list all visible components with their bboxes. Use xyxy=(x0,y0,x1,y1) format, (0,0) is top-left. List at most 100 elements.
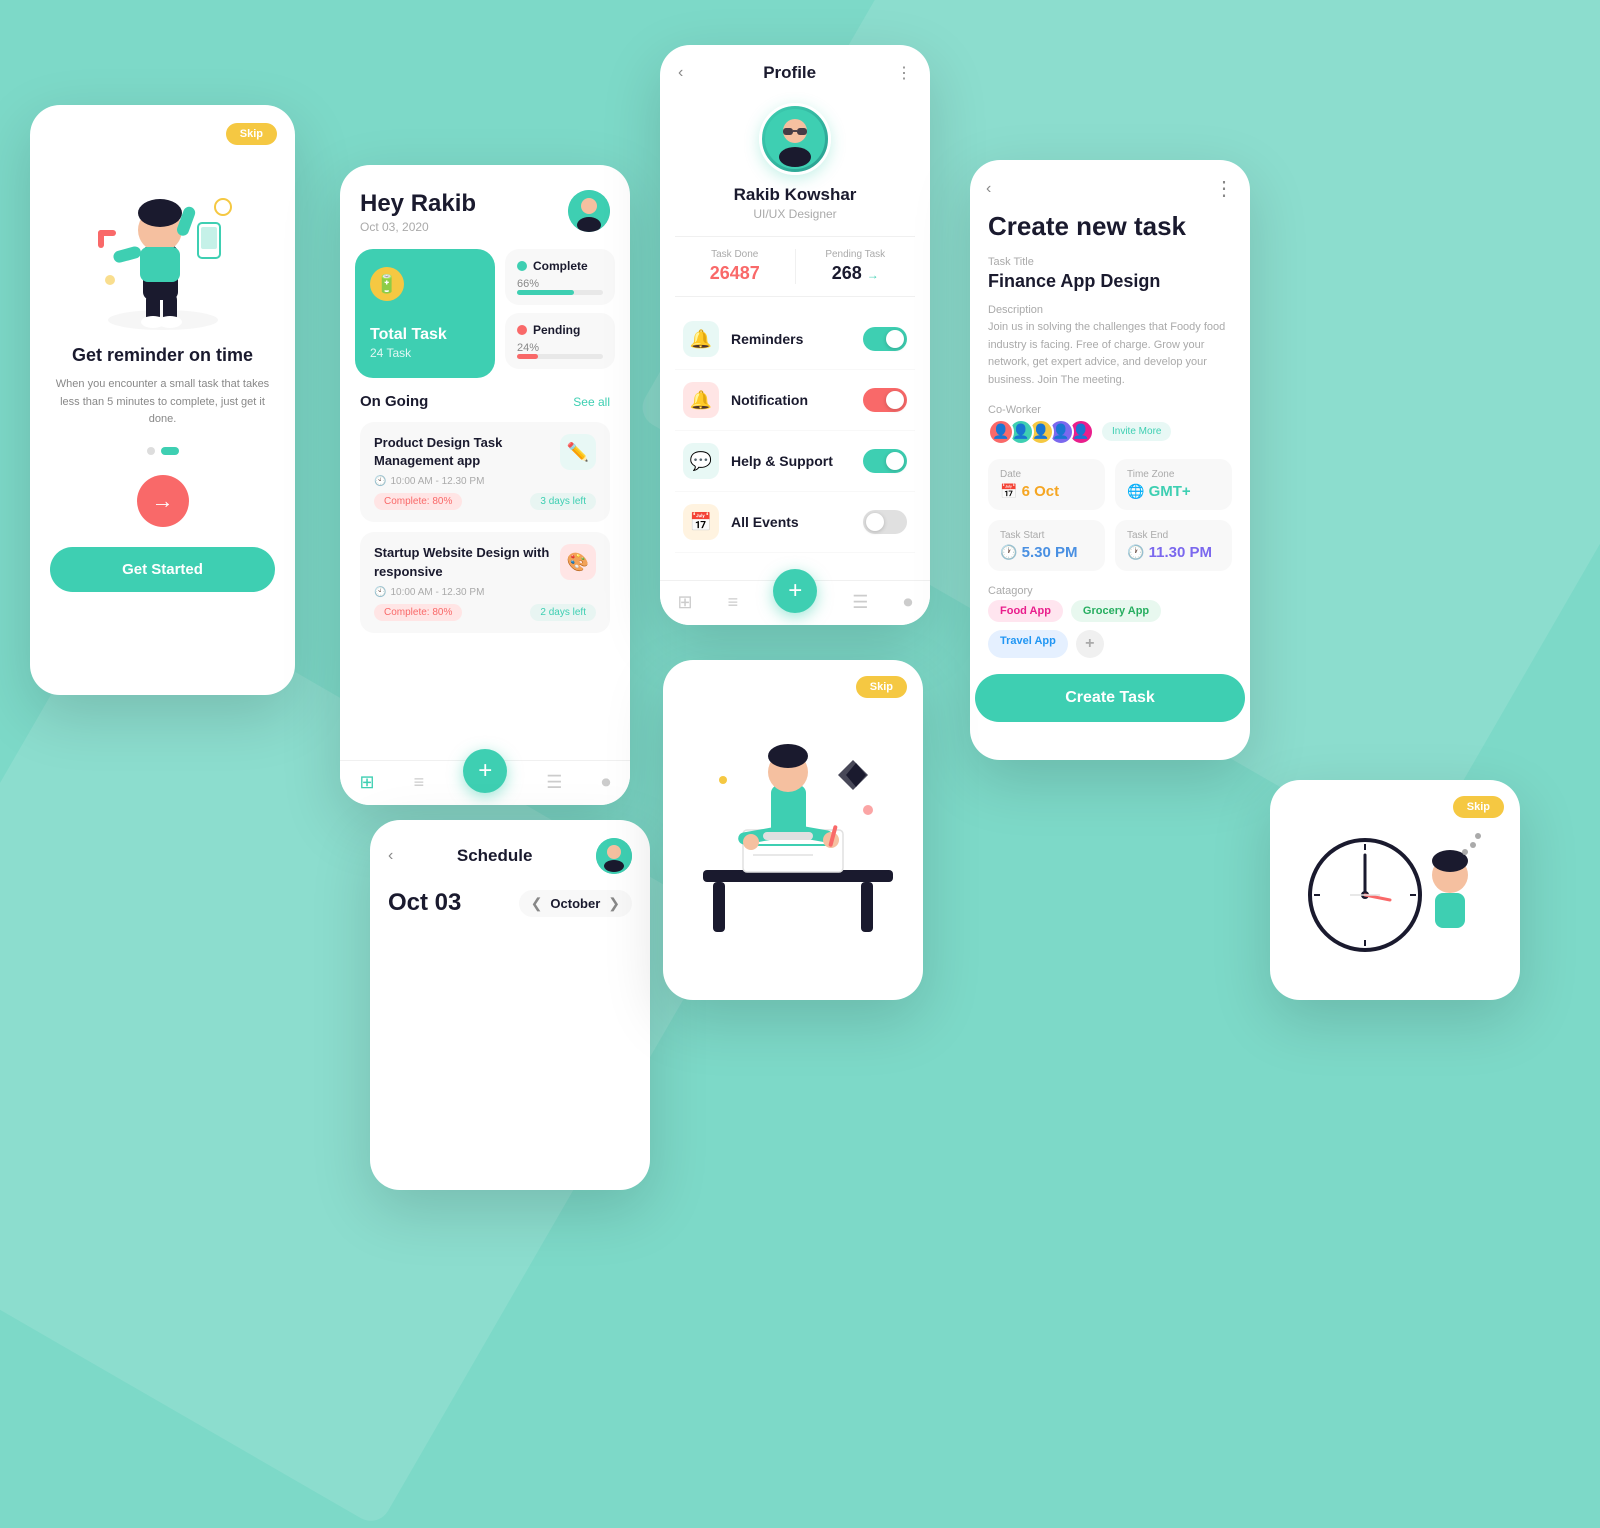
progress-dots xyxy=(30,447,295,455)
profile-avatar-svg xyxy=(765,109,825,169)
notification-icon: 🔔 xyxy=(683,382,719,418)
profile-header: ‹ Profile ⋮ xyxy=(660,45,930,93)
ongoing-header: On Going See all xyxy=(360,393,610,410)
category-add-button[interactable]: + xyxy=(1076,630,1104,658)
create-task-button[interactable]: Create Task xyxy=(975,674,1245,722)
task-1-complete-badge: Complete: 80% xyxy=(374,604,462,621)
category-food-app[interactable]: Food App xyxy=(988,600,1063,622)
help-toggle[interactable] xyxy=(863,449,907,473)
category-grocery-app[interactable]: Grocery App xyxy=(1071,600,1161,622)
date-text: Oct 03, 2020 xyxy=(360,220,476,234)
nav-calendar-icon[interactable]: ☰ xyxy=(546,772,562,793)
task-title-field-label: Task Title xyxy=(988,256,1232,268)
profile-avatar xyxy=(759,103,831,175)
create-back-button[interactable]: ‹ xyxy=(986,180,991,198)
pending-dot xyxy=(517,325,527,335)
create-task-content: Create new task Task Title Finance App D… xyxy=(970,206,1250,658)
pending-label: Pending xyxy=(533,323,580,337)
notification-label: Notification xyxy=(731,392,863,408)
profile-nav-list[interactable]: ≡ xyxy=(728,592,739,613)
dashboard-bottom-nav: ⊞ ≡ + ☰ ⏺ xyxy=(340,760,630,805)
ongoing-title: On Going xyxy=(360,393,428,410)
profile-nav-home[interactable]: ⊞ xyxy=(678,592,693,613)
clock-skip-button[interactable]: Skip xyxy=(1453,796,1504,818)
profile-stats: Task Done 26487 Pending Task 268 → xyxy=(675,236,915,297)
pending-progress-bg xyxy=(517,354,603,359)
profile-card: ‹ Profile ⋮ Rakib Kowshar UI/UX Designer… xyxy=(660,45,930,625)
profile-avatar-section: Rakib Kowshar UI/UX Designer xyxy=(660,93,930,236)
notification-toggle-knob xyxy=(886,391,904,409)
complete-progress-fill xyxy=(517,290,574,295)
task-item-1-badges: Complete: 80% 2 days left xyxy=(374,604,596,621)
task-start-box[interactable]: Task Start 🕐 5.30 PM xyxy=(988,520,1105,571)
see-all-link[interactable]: See all xyxy=(573,395,610,409)
category-label: Catagory xyxy=(988,585,1232,597)
reminders-toggle-knob xyxy=(886,330,904,348)
total-task-label: Total Task xyxy=(370,326,480,344)
illus-skip-button[interactable]: Skip xyxy=(856,676,907,698)
task-start-label: Task Start xyxy=(1000,530,1093,541)
nav-home-icon[interactable]: ⊞ xyxy=(360,772,375,793)
complete-label: Complete xyxy=(533,259,588,273)
task-end-value: 🕐 11.30 PM xyxy=(1127,544,1220,561)
schedule-date: Oct 03 xyxy=(388,889,461,917)
task-end-label: Task End xyxy=(1127,530,1220,541)
pending-card[interactable]: Pending 24% xyxy=(505,313,615,369)
profile-fab-button[interactable]: + xyxy=(773,569,817,613)
complete-card-top: Complete xyxy=(517,259,603,273)
pending-progress-fill xyxy=(517,354,538,359)
events-label: All Events xyxy=(731,514,863,530)
task-item-1[interactable]: Startup Website Design with responsive 🎨… xyxy=(360,532,610,632)
profile-role: UI/UX Designer xyxy=(753,207,836,221)
profile-nav-dot[interactable]: ⏺ xyxy=(903,592,912,613)
fab-add-button[interactable]: + xyxy=(463,749,507,793)
notification-toggle[interactable] xyxy=(863,388,907,412)
task-end-box[interactable]: Task End 🕐 11.30 PM xyxy=(1115,520,1232,571)
task-title-field-value: Finance App Design xyxy=(988,271,1232,292)
skip-button[interactable]: Skip xyxy=(226,123,277,145)
reminders-toggle[interactable] xyxy=(863,327,907,351)
schedule-header: ‹ Schedule xyxy=(370,820,650,884)
profile-nav-calendar[interactable]: ☰ xyxy=(852,592,868,613)
task-done-label: Task Done xyxy=(675,249,795,260)
profile-title: Profile xyxy=(683,63,896,83)
complete-card[interactable]: Complete 66% xyxy=(505,249,615,305)
total-task-card[interactable]: 🔋 Total Task 24 Task xyxy=(355,249,495,378)
timezone-box-value: 🌐 GMT+ xyxy=(1127,483,1220,500)
nav-list-icon[interactable]: ≡ xyxy=(414,772,425,793)
task-item-1-header: Startup Website Design with responsive 🎨 xyxy=(374,544,596,580)
month-selector: ❮ October ❯ xyxy=(519,890,632,917)
dashboard-card: Hey Rakib Oct 03, 2020 🔋 Total Task 24 T… xyxy=(340,165,630,805)
dashboard-header: Hey Rakib Oct 03, 2020 xyxy=(340,165,630,249)
complete-pct: 66% xyxy=(517,278,603,290)
settings-reminders: 🔔 Reminders xyxy=(675,309,915,370)
timezone-box[interactable]: Time Zone 🌐 GMT+ xyxy=(1115,459,1232,510)
pending-pct: 24% xyxy=(517,342,603,354)
profile-more-button[interactable]: ⋮ xyxy=(896,63,912,83)
settings-notification: 🔔 Notification xyxy=(675,370,915,431)
get-started-button[interactable]: Get Started xyxy=(50,547,275,592)
create-task-card: ‹ ⋮ Create new task Task Title Finance A… xyxy=(970,160,1250,760)
next-month-button[interactable]: ❯ xyxy=(608,895,620,912)
create-more-button[interactable]: ⋮ xyxy=(1214,176,1234,201)
task-item-0[interactable]: Product Design Task Management app ✏️ 🕙 … xyxy=(360,422,610,522)
events-toggle[interactable] xyxy=(863,510,907,534)
profile-bottom-nav: ⊞ ≡ + ☰ ⏺ xyxy=(660,580,930,625)
schedule-avatar-svg xyxy=(596,838,632,874)
pending-card-top: Pending xyxy=(517,323,603,337)
task-start-value: 🕐 5.30 PM xyxy=(1000,544,1093,561)
schedule-back-button[interactable]: ‹ xyxy=(388,847,393,865)
working-figure-svg xyxy=(683,700,903,960)
nav-dot-icon[interactable]: ⏺ xyxy=(601,772,610,793)
prev-month-button[interactable]: ❮ xyxy=(531,895,543,912)
user-avatar[interactable] xyxy=(568,190,610,232)
category-row: Food App Grocery App Travel App + xyxy=(988,600,1232,658)
next-arrow-button[interactable]: → xyxy=(137,475,189,527)
category-travel-app[interactable]: Travel App xyxy=(988,630,1068,658)
task-0-days-badge: 3 days left xyxy=(530,493,596,510)
ongoing-section: On Going See all Product Design Task Man… xyxy=(340,378,630,633)
onboard-description: When you encounter a small task that tak… xyxy=(55,376,270,429)
date-time-grid: Date 📅 6 Oct Time Zone 🌐 GMT+ Task Start… xyxy=(988,459,1232,571)
invite-more-button[interactable]: Invite More xyxy=(1102,422,1171,441)
date-box[interactable]: Date 📅 6 Oct xyxy=(988,459,1105,510)
